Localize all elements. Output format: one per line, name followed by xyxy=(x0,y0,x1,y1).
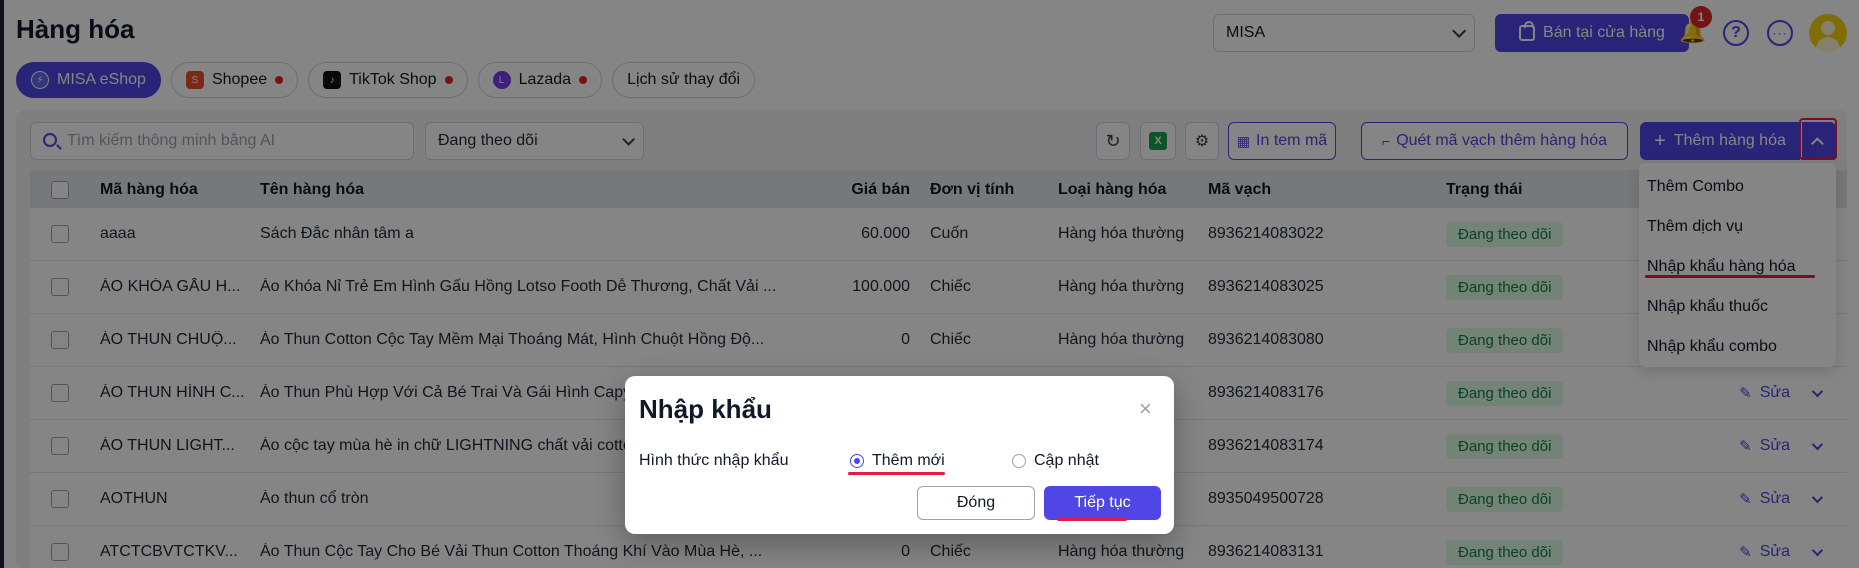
radio-unselected-icon xyxy=(1012,454,1026,468)
import-mode-label: Hình thức nhập khẩu xyxy=(639,452,789,469)
import-dialog: Nhập khẩu × Hình thức nhập khẩu Thêm mới… xyxy=(625,376,1174,534)
dialog-title: Nhập khẩu xyxy=(639,394,772,424)
continue-button[interactable]: Tiếp tục xyxy=(1044,486,1161,520)
radio-add-new[interactable]: Thêm mới xyxy=(850,452,945,470)
close-icon[interactable]: × xyxy=(1139,396,1152,422)
cancel-button[interactable]: Đóng xyxy=(917,486,1035,520)
annotation-underline xyxy=(1057,518,1127,521)
radio-update[interactable]: Cập nhật xyxy=(1012,452,1099,470)
radio-update-label: Cập nhật xyxy=(1034,452,1099,469)
radio-add-new-label: Thêm mới xyxy=(872,452,945,469)
annotation-underline xyxy=(848,472,945,475)
radio-selected-icon xyxy=(850,454,864,468)
